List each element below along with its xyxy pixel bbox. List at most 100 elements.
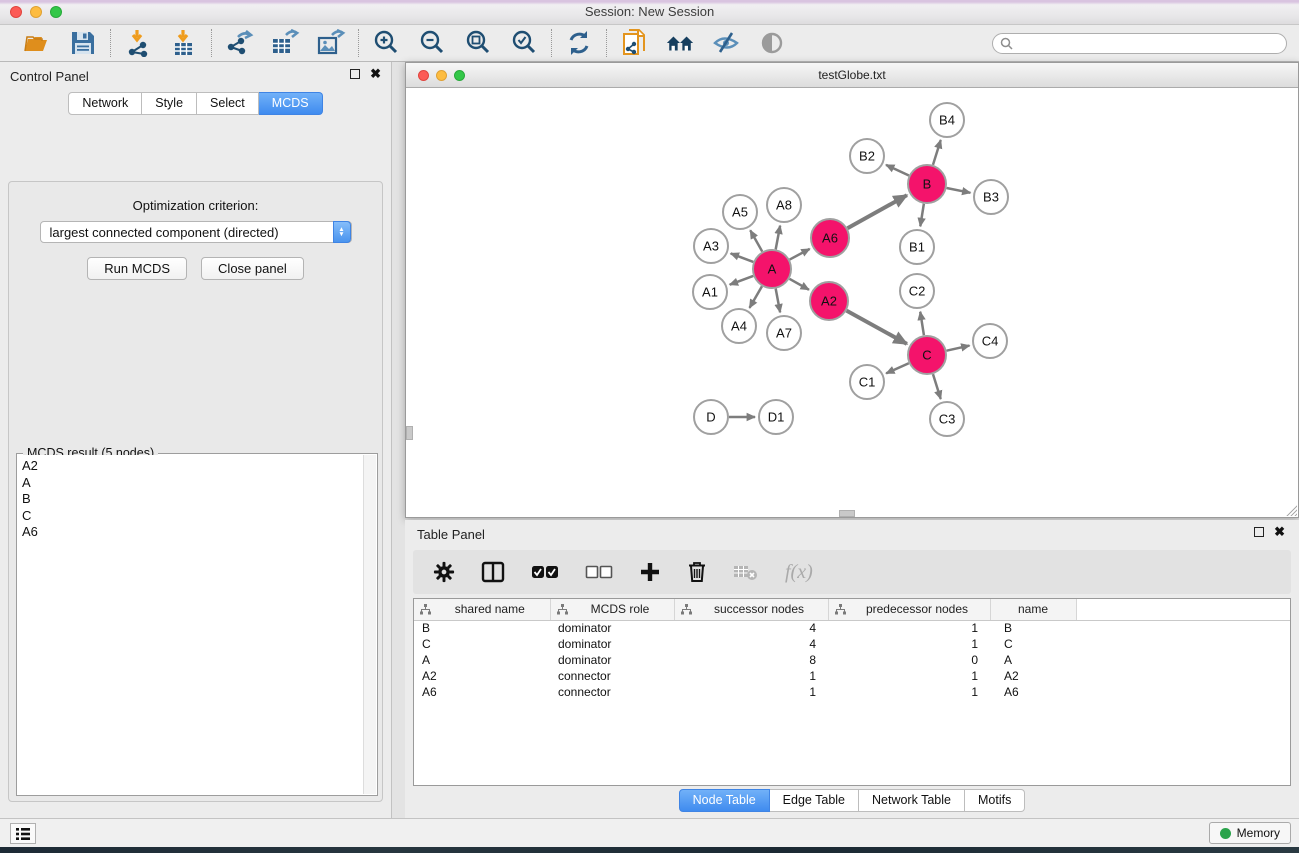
node-C2[interactable]: C2 [900,274,934,308]
tab-motifs[interactable]: Motifs [965,789,1025,812]
svg-text:B1: B1 [909,240,925,255]
export-table-icon[interactable] [270,28,300,58]
node-A7[interactable]: A7 [767,316,801,350]
node-C4[interactable]: C4 [973,324,1007,358]
node-D1[interactable]: D1 [759,400,793,434]
zoom-selected-icon[interactable] [509,28,539,58]
zoom-fit-icon[interactable] [463,28,493,58]
gear-icon[interactable] [433,561,455,583]
float-panel-icon[interactable] [350,69,360,79]
node-A2[interactable]: A2 [810,282,848,320]
node-B1[interactable]: B1 [900,230,934,264]
node-B4[interactable]: B4 [930,103,964,137]
node-B2[interactable]: B2 [850,139,884,173]
optimization-criterion-select[interactable]: largest connected component (directed) ▲… [40,221,352,243]
network-vertical-scrollbar[interactable] [406,426,413,440]
svg-text:B2: B2 [859,149,875,164]
column-type-icon [420,604,431,615]
node-C[interactable]: C [908,336,946,374]
deselect-all-icon[interactable] [585,565,613,579]
delete-column-icon[interactable] [687,561,707,583]
result-item[interactable]: A6 [22,524,363,541]
tab-mcds[interactable]: MCDS [259,92,323,115]
window-resize-grip[interactable] [1284,503,1297,516]
mcds-result-box: MCDS result (5 nodes) A2ABCA6 [16,453,378,796]
close-table-panel-icon[interactable]: ✖ [1274,527,1285,537]
network-from-selection-icon[interactable] [619,28,649,58]
mcds-result-list[interactable]: A2ABCA6 [18,455,363,794]
svg-text:A: A [768,262,777,277]
hide-selection-icon[interactable] [711,28,741,58]
memory-button[interactable]: Memory [1209,822,1291,844]
first-neighbors-icon[interactable] [665,28,695,58]
tab-edge-table[interactable]: Edge Table [770,789,859,812]
table-row[interactable]: Cdominator41C [414,636,1290,652]
table-row[interactable]: Bdominator41B [414,620,1290,636]
edge-A-A8 [776,226,780,250]
show-all-icon[interactable] [757,28,787,58]
close-panel-button[interactable]: Close panel [201,257,304,280]
run-mcds-button[interactable]: Run MCDS [87,257,187,280]
result-item[interactable]: A2 [22,458,363,475]
table-row[interactable]: A2connector11A2 [414,668,1290,684]
node-C1[interactable]: C1 [850,365,884,399]
svg-text:B4: B4 [939,113,955,128]
network-horizontal-scrollbar[interactable] [839,510,855,517]
node-A6[interactable]: A6 [811,219,849,257]
delete-table-icon[interactable] [733,563,759,581]
node-D[interactable]: D [694,400,728,434]
split-columns-icon[interactable] [481,561,505,583]
node-B3[interactable]: B3 [974,180,1008,214]
zoom-out-icon[interactable] [417,28,447,58]
node-B[interactable]: B [908,165,946,203]
node-A[interactable]: A [753,250,791,288]
refresh-layout-icon[interactable] [564,28,594,58]
node-A4[interactable]: A4 [722,309,756,343]
table-panel: Table Panel ✖ f(x) shared nameMCDS rol [405,520,1299,818]
node-table: shared nameMCDS rolesuccessor nodesprede… [413,598,1291,786]
float-table-panel-icon[interactable] [1254,527,1264,537]
result-item[interactable]: B [22,491,363,508]
tab-network-table[interactable]: Network Table [859,789,965,812]
column-header-name[interactable]: name [990,599,1076,620]
tab-select[interactable]: Select [197,92,259,115]
svg-text:A7: A7 [776,326,792,341]
column-header-shared-name[interactable]: shared name [414,599,550,620]
result-scrollbar[interactable] [363,455,376,794]
node-A5[interactable]: A5 [723,195,757,229]
search-input[interactable] [992,33,1287,54]
svg-text:C2: C2 [909,284,926,299]
zoom-in-icon[interactable] [371,28,401,58]
result-item[interactable]: A [22,475,363,492]
task-history-button[interactable] [10,823,36,844]
export-network-icon[interactable] [224,28,254,58]
column-header-MCDS-role[interactable]: MCDS role [550,599,674,620]
edge-A-A6 [790,249,810,260]
node-A3[interactable]: A3 [694,229,728,263]
network-window-titlebar[interactable]: testGlobe.txt [406,63,1298,88]
open-file-icon[interactable] [22,28,52,58]
node-A1[interactable]: A1 [693,275,727,309]
column-header-predecessor-nodes[interactable]: predecessor nodes [828,599,990,620]
tab-node-table[interactable]: Node Table [679,789,770,812]
node-C3[interactable]: C3 [930,402,964,436]
add-column-icon[interactable] [639,561,661,583]
select-all-icon[interactable] [531,565,559,579]
node-A8[interactable]: A8 [767,188,801,222]
function-builder-icon[interactable]: f(x) [785,561,813,584]
tab-style[interactable]: Style [142,92,197,115]
close-panel-icon[interactable]: ✖ [370,69,381,79]
save-session-icon[interactable] [68,28,98,58]
table-row[interactable]: Adominator80A [414,652,1290,668]
import-network-icon[interactable] [123,28,153,58]
network-graph: B4 B2 B B3 A8 A5 A6 A3 B1 A A1 C2 A2 A4 A7 C4 C C1 D D1 C3 [406,88,1298,517]
column-header-successor-nodes[interactable]: successor nodes [674,599,828,620]
result-item[interactable]: C [22,508,363,525]
main-toolbar [0,25,1299,62]
network-canvas[interactable]: B4 B2 B B3 A8 A5 A6 A3 B1 A A1 C2 A2 A4 A7 C4 C C1 D D1 C3 [406,88,1298,517]
export-image-icon[interactable] [316,28,346,58]
edge-C-C3 [933,374,941,399]
table-row[interactable]: A6connector11A6 [414,684,1290,700]
import-table-icon[interactable] [169,28,199,58]
tab-network[interactable]: Network [68,92,142,115]
